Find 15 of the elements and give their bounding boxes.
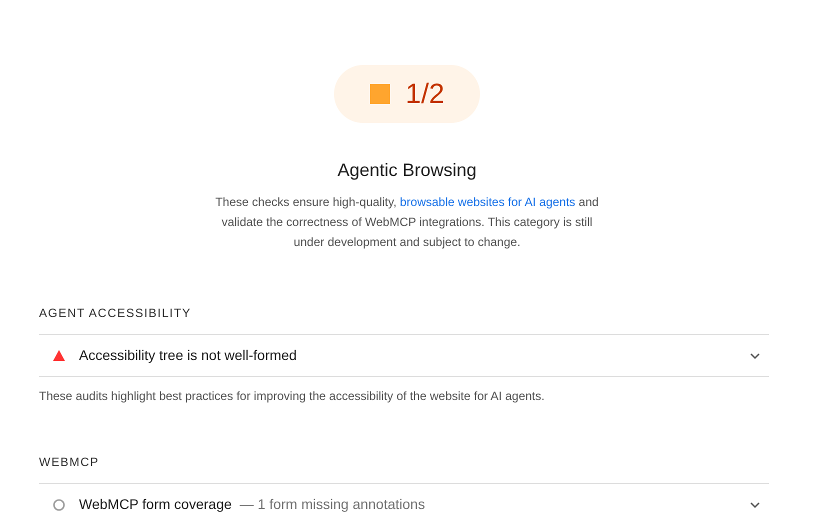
circle-icon	[53, 498, 65, 510]
category-description: These checks ensure high-quality, browsable websites for AI agents and validate the correctness of WebMCP integrations. This category is still under development and subject to change.	[214, 194, 600, 251]
section-description: These audits highlight best practices for improving the accessibility of the website for AI agents.	[39, 388, 546, 405]
audit-title: WebMCP form coverage	[79, 495, 232, 514]
link[interactable]: browsable websites for AI agents	[400, 195, 576, 209]
audit-summary: — 1 form missing annotations	[240, 495, 425, 514]
category-title: Agentic Browsing	[337, 159, 477, 182]
audit-title: Accessibility tree is not well-formed	[79, 346, 297, 365]
section-heading: WEBMCP	[39, 453, 769, 484]
section-heading: AGENT ACCESSIBILITY	[39, 304, 769, 335]
square-icon	[370, 84, 390, 104]
audit-row[interactable]: Accessibility tree is not well-formed	[39, 335, 769, 377]
score-value: 1/2	[406, 77, 444, 111]
warning-triangle-icon	[53, 350, 65, 361]
audit-row[interactable]: WebMCP form coverage — 1 form missing annotations	[39, 484, 769, 523]
